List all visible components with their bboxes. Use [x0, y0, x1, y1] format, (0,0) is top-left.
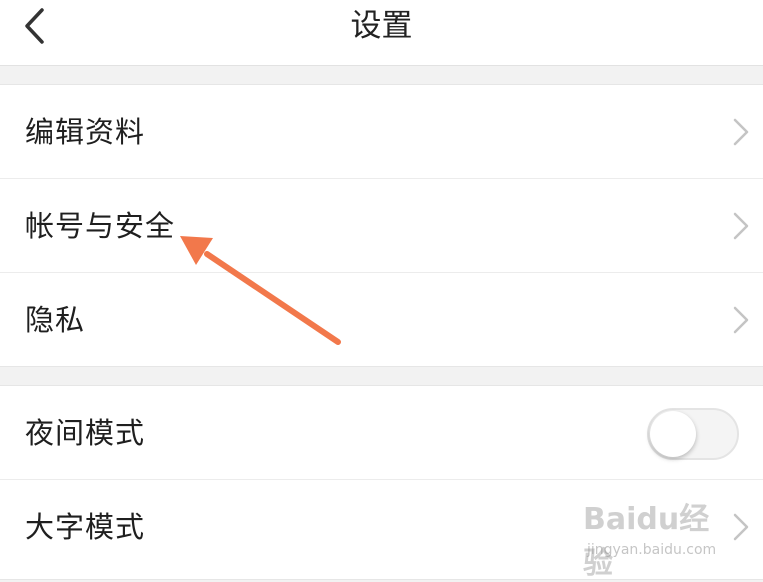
settings-group-display: 夜间模式 大字模式: [0, 385, 763, 580]
settings-item-label: 编辑资料: [25, 115, 146, 149]
settings-item-night-mode: 夜间模式: [0, 386, 763, 480]
settings-group-account: 编辑资料 帐号与安全 隐私: [0, 84, 763, 367]
app-header: 设置: [0, 0, 763, 66]
settings-item-label: 大字模式: [25, 510, 146, 544]
settings-item-label: 隐私: [25, 303, 86, 337]
chevron-right-icon: [733, 212, 749, 240]
settings-item-edit-profile[interactable]: 编辑资料: [0, 85, 763, 179]
page-title: 设置: [350, 8, 413, 44]
settings-item-label: 帐号与安全: [25, 209, 176, 243]
settings-item-label: 夜间模式: [25, 416, 146, 450]
settings-item-account-security[interactable]: 帐号与安全: [0, 179, 763, 273]
settings-item-privacy[interactable]: 隐私: [0, 273, 763, 367]
toggle-knob: [650, 411, 696, 457]
chevron-right-icon: [733, 306, 749, 334]
night-mode-toggle[interactable]: [647, 408, 739, 460]
chevron-right-icon: [733, 513, 749, 541]
chevron-right-icon: [733, 118, 749, 146]
settings-item-large-font[interactable]: 大字模式: [0, 480, 763, 574]
